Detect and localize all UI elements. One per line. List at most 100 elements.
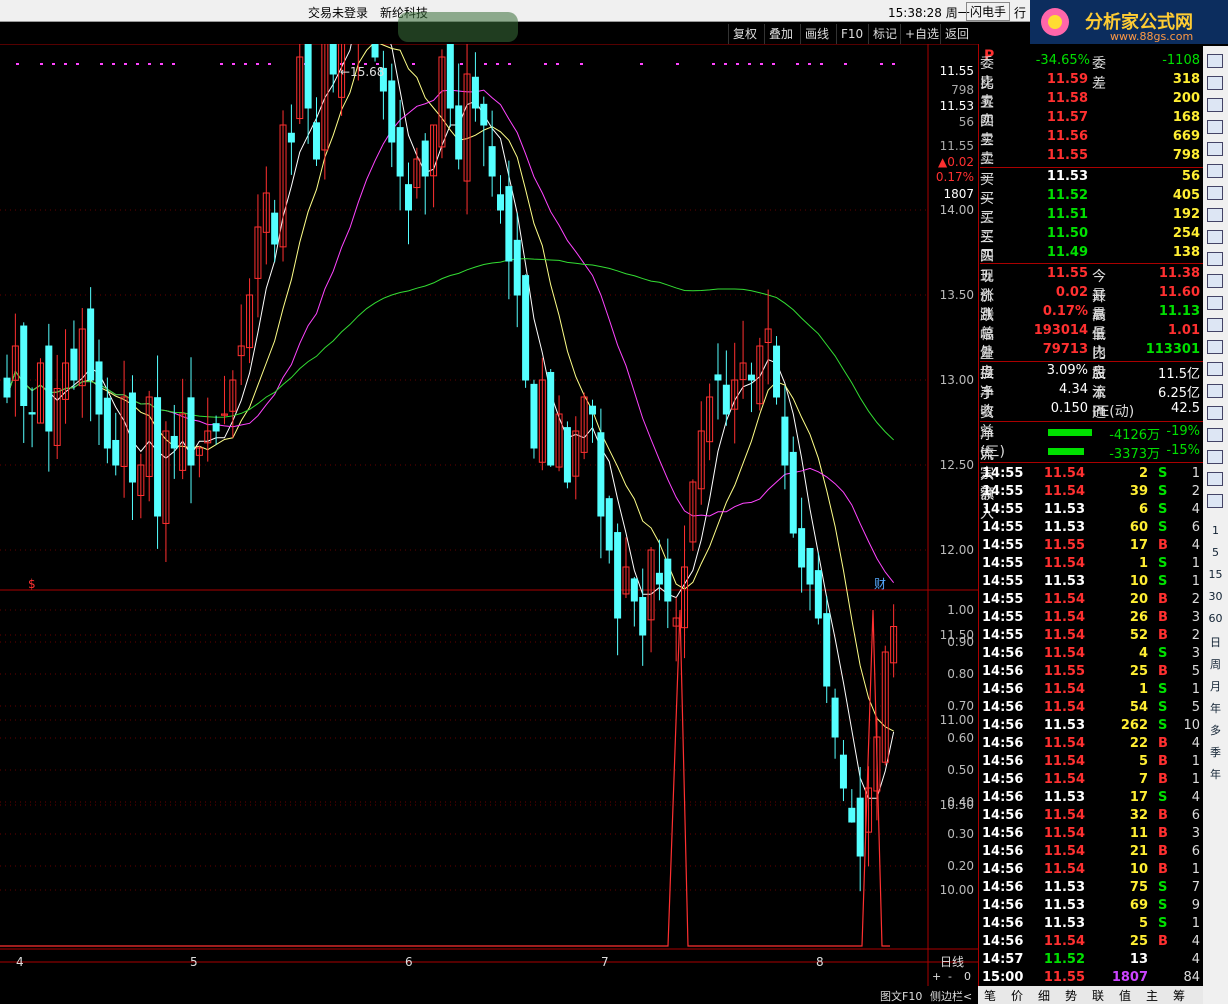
tick-time: 14:55 [982, 592, 1023, 607]
rsi-icon[interactable] [1207, 384, 1223, 398]
period-button-7[interactable]: 月 [1203, 678, 1228, 694]
tick-volume: 2 [1100, 466, 1148, 481]
zoom-button-1[interactable]: - [948, 970, 952, 983]
bottom-tab-3[interactable]: 势 [1065, 987, 1077, 1004]
tick-side: B [1158, 844, 1168, 859]
f5-icon[interactable] [1207, 472, 1223, 486]
grid-icon[interactable] [1207, 274, 1223, 288]
block-icon[interactable] [1207, 318, 1223, 332]
line-chart-icon[interactable] [1207, 164, 1223, 178]
down-arrow-icon[interactable] [1207, 98, 1223, 112]
signal-dot [736, 63, 739, 65]
tick-count: 3 [1176, 826, 1200, 841]
tick-side: B [1158, 664, 1168, 679]
tick-volume: 11 [1100, 826, 1148, 841]
tick-price: 11.54 [1040, 862, 1085, 877]
stat2-value: 11.5亿 [1140, 363, 1200, 382]
toolbar-6[interactable]: 返回 [940, 24, 973, 44]
menu-icon[interactable] [1207, 54, 1223, 68]
toolbar-5[interactable]: +自选 [900, 24, 943, 44]
info-icon[interactable] [1207, 252, 1223, 266]
period-button-0[interactable]: 1 [1203, 524, 1228, 537]
candle [4, 378, 10, 397]
bottom-tab-2[interactable]: 细 [1038, 987, 1050, 1004]
list-icon[interactable] [1207, 208, 1223, 222]
price-panel-value: 11.55 [940, 139, 974, 153]
period-button-1[interactable]: 5 [1203, 546, 1228, 559]
tick-side: S [1158, 502, 1167, 517]
toolbar-2[interactable]: 画线 [800, 24, 833, 44]
tick-time: 14:56 [982, 934, 1023, 949]
zoom-button-0[interactable]: + [932, 970, 941, 983]
switch-icon[interactable] [1207, 494, 1223, 508]
site-logo: 分析家公式网 www.88gs.com [1030, 0, 1228, 44]
f10-icon[interactable] [1207, 230, 1223, 244]
bottom-tab-6[interactable]: 主 [1146, 987, 1158, 1004]
toolbar-0[interactable]: 复权 [728, 24, 761, 44]
tick-time: 14:56 [982, 790, 1023, 805]
tick-price: 11.52 [1040, 952, 1085, 967]
candle [590, 406, 596, 414]
f10-link[interactable]: 图文F10 [880, 988, 922, 1004]
bottom-tab-5[interactable]: 值 [1119, 987, 1131, 1004]
kline-chart[interactable]: 14.0013.5013.0012.5012.0011.5011.0010.50… [0, 44, 978, 986]
price-panel-value: 11.53 [940, 99, 974, 113]
circle-icon[interactable] [1207, 340, 1223, 354]
login-status[interactable]: 交易未登录 [308, 4, 368, 21]
period-button-2[interactable]: 15 [1203, 568, 1228, 581]
period-button-9[interactable]: 多 [1203, 722, 1228, 738]
period-button-5[interactable]: 日 [1203, 634, 1228, 650]
kline-icon[interactable] [1207, 186, 1223, 200]
candle [598, 433, 604, 516]
page-icon[interactable] [1207, 120, 1223, 134]
candle [397, 128, 403, 176]
flash-trade-button[interactable]: 闪电手 [966, 2, 1010, 21]
tick-volume: 6 [1100, 502, 1148, 517]
up-arrow-icon[interactable] [1207, 76, 1223, 90]
signal-dot [760, 63, 763, 65]
period-button-4[interactable]: 60 [1203, 612, 1228, 625]
weibi-value: -34.65% [1030, 53, 1090, 68]
tick-time: 14:55 [982, 574, 1023, 589]
fiz-icon[interactable] [1207, 296, 1223, 310]
tick-count: 10 [1176, 718, 1200, 733]
bid-price: 11.50 [1030, 226, 1088, 241]
tick-price: 11.53 [1040, 790, 1085, 805]
period-button-8[interactable]: 年 [1203, 700, 1228, 716]
candle [723, 385, 729, 414]
signal-dot [748, 63, 751, 65]
indicator-axis-label: 0.60 [947, 731, 974, 745]
stat-value: 79713 [1030, 342, 1088, 357]
wave-icon[interactable] [1207, 362, 1223, 376]
pencil-icon[interactable] [1207, 450, 1223, 464]
tick-count: 1 [1176, 772, 1200, 787]
period-button-10[interactable]: 季 [1203, 744, 1228, 760]
ask-price: 11.57 [1030, 110, 1088, 125]
toolbar-4[interactable]: 标记 [868, 24, 901, 44]
period-button-11[interactable]: 年 [1203, 766, 1228, 782]
signal-dot [808, 63, 811, 65]
tick-count: 1 [1176, 754, 1200, 769]
ma20-line [7, 90, 894, 583]
toolbar-3[interactable]: F10 [836, 24, 867, 44]
bottom-tab-4[interactable]: 联 [1092, 987, 1104, 1004]
signal-dot [16, 63, 19, 65]
toolbar-1[interactable]: 叠加 [764, 24, 797, 44]
bottom-tab-7[interactable]: 筹 [1173, 987, 1185, 1004]
money-icon[interactable] [1207, 406, 1223, 420]
period-button-3[interactable]: 30 [1203, 590, 1228, 603]
zoom-button-2[interactable]: 0 [964, 970, 971, 983]
indicator-axis-label: 0.80 [947, 667, 974, 681]
tick-price: 11.54 [1040, 808, 1085, 823]
bottom-tab-0[interactable]: 笔 [984, 987, 996, 1004]
period-button-6[interactable]: 周 [1203, 656, 1228, 672]
stat-value: 11.55 [1030, 266, 1088, 281]
market-button[interactable]: 行 [1014, 4, 1026, 21]
bottom-tab-1[interactable]: 价 [1011, 987, 1023, 1004]
indicator-axis-label: 0.20 [947, 859, 974, 873]
sidebar-toggle[interactable]: 侧边栏< [930, 988, 972, 1004]
signal-dot [580, 63, 583, 65]
table-icon[interactable] [1207, 142, 1223, 156]
candle [330, 44, 336, 74]
move-icon[interactable] [1207, 428, 1223, 442]
